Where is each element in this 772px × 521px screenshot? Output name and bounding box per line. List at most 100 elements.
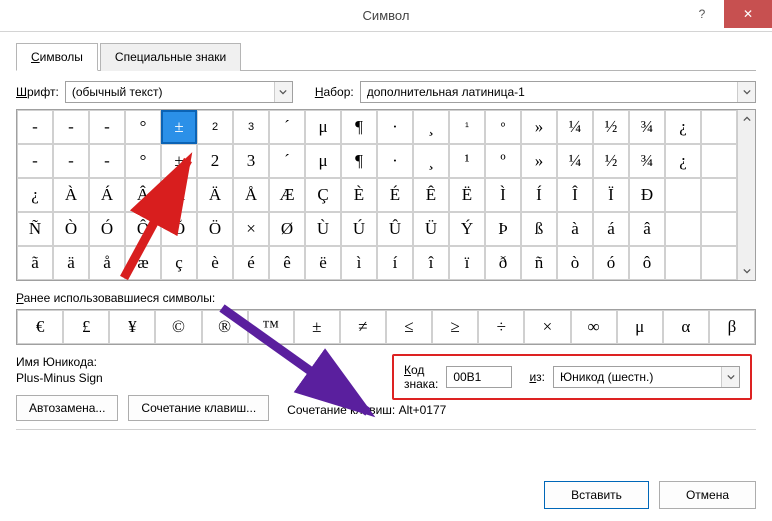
symbol-cell[interactable] — [665, 246, 701, 280]
symbol-cell[interactable]: á — [593, 212, 629, 246]
recent-cell[interactable]: £ — [63, 310, 109, 344]
symbol-cell[interactable]: Õ — [161, 212, 197, 246]
from-combo[interactable] — [553, 366, 740, 388]
symbol-cell[interactable]: É — [377, 178, 413, 212]
recent-cell[interactable]: α — [663, 310, 709, 344]
recent-cell[interactable]: ± — [294, 310, 340, 344]
symbol-cell[interactable]: ¼ — [557, 110, 593, 144]
symbol-cell[interactable]: 3 — [233, 110, 269, 144]
symbol-cell[interactable]: ´ — [269, 110, 305, 144]
symbol-cell[interactable]: × — [233, 212, 269, 246]
symbol-cell[interactable]: ½ — [593, 144, 629, 178]
autocorrect-button[interactable]: Автозамена... — [16, 395, 118, 421]
symbol-cell[interactable]: · — [377, 110, 413, 144]
symbol-cell[interactable]: ã — [17, 246, 53, 280]
recent-cell[interactable]: × — [524, 310, 570, 344]
symbol-cell[interactable]: Ë — [449, 178, 485, 212]
symbol-cell[interactable]: ¹ — [449, 144, 485, 178]
symbol-cell[interactable]: ê — [269, 246, 305, 280]
symbol-cell[interactable]: Ù — [305, 212, 341, 246]
symbol-cell[interactable]: ¹ — [449, 110, 485, 144]
scroll-down-icon[interactable] — [738, 262, 755, 280]
cancel-button[interactable]: Отмена — [659, 481, 756, 509]
symbol-cell[interactable]: » — [521, 144, 557, 178]
symbol-cell[interactable]: Â — [125, 178, 161, 212]
symbol-cell[interactable]: ‐ — [53, 144, 89, 178]
symbol-cell[interactable]: Á — [89, 178, 125, 212]
recent-cell[interactable]: μ — [617, 310, 663, 344]
chevron-down-icon[interactable] — [274, 82, 292, 102]
symbol-cell[interactable]: ± — [161, 110, 197, 144]
symbol-cell[interactable] — [701, 246, 737, 280]
recent-cell[interactable]: ∞ — [571, 310, 617, 344]
chevron-down-icon[interactable] — [721, 367, 739, 387]
scroll-track[interactable] — [738, 128, 755, 262]
symbol-cell[interactable]: Î — [557, 178, 593, 212]
symbol-cell[interactable]: 3 — [233, 144, 269, 178]
symbol-cell[interactable]: 2 — [197, 144, 233, 178]
symbol-cell[interactable]: ì — [341, 246, 377, 280]
recent-cell[interactable]: ¥ — [109, 310, 155, 344]
symbol-cell[interactable]: - — [89, 110, 125, 144]
recent-cell[interactable]: ≤ — [386, 310, 432, 344]
symbol-cell[interactable] — [701, 178, 737, 212]
symbol-cell[interactable]: μ — [305, 110, 341, 144]
symbol-cell[interactable]: é — [233, 246, 269, 280]
symbol-cell[interactable]: μ — [305, 144, 341, 178]
chevron-down-icon[interactable] — [737, 82, 755, 102]
symbol-cell[interactable]: ° — [125, 144, 161, 178]
symbol-cell[interactable]: ß — [521, 212, 557, 246]
symbol-cell[interactable]: í — [377, 246, 413, 280]
symbol-cell[interactable]: Ç — [305, 178, 341, 212]
symbol-cell[interactable]: ¿ — [665, 144, 701, 178]
symbol-cell[interactable]: ç — [161, 246, 197, 280]
symbol-cell[interactable]: ¸ — [413, 144, 449, 178]
symbol-cell[interactable]: Æ — [269, 178, 305, 212]
symbol-cell[interactable]: Ú — [341, 212, 377, 246]
symbol-cell[interactable]: Ô — [125, 212, 161, 246]
symbol-cell[interactable]: â — [629, 212, 665, 246]
char-code-input[interactable] — [446, 366, 512, 388]
symbol-cell[interactable]: - — [17, 110, 53, 144]
symbol-cell[interactable]: Ø — [269, 212, 305, 246]
symbol-cell[interactable]: Ê — [413, 178, 449, 212]
symbol-cell[interactable]: ¶ — [341, 144, 377, 178]
symbol-cell[interactable]: Ñ — [17, 212, 53, 246]
symbol-cell[interactable]: ´ — [269, 144, 305, 178]
symbol-cell[interactable] — [701, 212, 737, 246]
symbol-cell[interactable]: Ò — [53, 212, 89, 246]
recent-cell[interactable]: © — [155, 310, 201, 344]
symbol-cell[interactable]: - — [89, 144, 125, 178]
font-input[interactable] — [66, 82, 274, 102]
symbol-cell[interactable]: Ã — [161, 178, 197, 212]
insert-button[interactable]: Вставить — [544, 481, 649, 509]
subset-combo[interactable] — [360, 81, 756, 103]
symbol-cell[interactable]: ð — [485, 246, 521, 280]
symbol-cell[interactable]: î — [413, 246, 449, 280]
symbol-cell[interactable]: Ý — [449, 212, 485, 246]
symbol-cell[interactable]: ¿ — [665, 110, 701, 144]
symbol-cell[interactable]: Ó — [89, 212, 125, 246]
symbol-cell[interactable]: Ð — [629, 178, 665, 212]
recent-cell[interactable]: ≥ — [432, 310, 478, 344]
symbol-cell[interactable]: å — [89, 246, 125, 280]
symbol-cell[interactable]: ô — [629, 246, 665, 280]
symbol-cell[interactable]: ë — [305, 246, 341, 280]
symbol-cell[interactable]: ¸ — [413, 110, 449, 144]
symbol-cell[interactable]: Ä — [197, 178, 233, 212]
symbol-cell[interactable]: È — [341, 178, 377, 212]
symbol-cell[interactable]: º — [485, 144, 521, 178]
font-combo[interactable] — [65, 81, 293, 103]
symbol-cell[interactable]: ó — [593, 246, 629, 280]
subset-input[interactable] — [361, 82, 737, 102]
symbol-cell[interactable]: Í — [521, 178, 557, 212]
from-input[interactable] — [554, 367, 721, 387]
symbol-cell[interactable]: Å — [233, 178, 269, 212]
tab-symbols[interactable]: Символы — [16, 43, 98, 71]
close-button[interactable]: ✕ — [724, 0, 772, 28]
help-button[interactable]: ? — [680, 0, 724, 28]
symbol-cell[interactable]: è — [197, 246, 233, 280]
symbol-cell[interactable]: ¾ — [629, 144, 665, 178]
symbol-cell[interactable]: ¾ — [629, 110, 665, 144]
symbol-cell[interactable]: ° — [125, 110, 161, 144]
